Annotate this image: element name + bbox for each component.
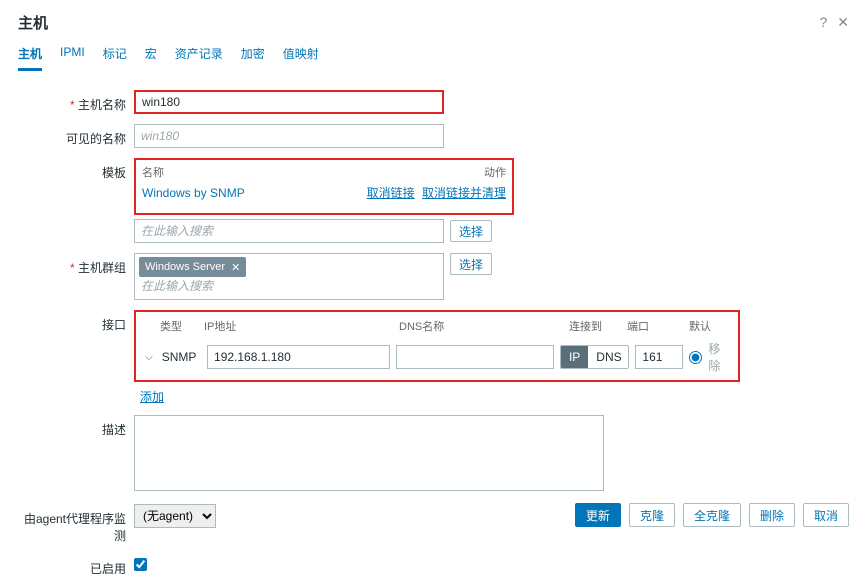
tab-host[interactable]: 主机 [18,45,42,71]
proxy-select[interactable]: (无agent) [134,504,216,528]
host-group-chip-label: Windows Server [145,261,225,273]
enabled-checkbox[interactable] [134,558,147,571]
if-col-default: 默认 [681,318,721,334]
interface-dns-input[interactable] [396,345,554,369]
host-groups-multiselect[interactable]: Windows Server ✕ [134,253,444,300]
templates-col-action: 动作 [484,164,506,180]
host-group-chip: Windows Server ✕ [139,257,246,277]
if-col-connect: 连接到 [565,318,627,334]
if-col-type: 类型 [160,318,204,334]
host-group-chip-remove-icon[interactable]: ✕ [231,261,240,274]
connectto-dns[interactable]: DNS [588,346,629,368]
templates-col-name: 名称 [142,164,484,180]
interface-default-radio[interactable] [689,351,702,364]
interface-port-input[interactable] [635,345,683,369]
if-col-port: 端口 [627,318,681,334]
full-clone-button[interactable]: 全克隆 [683,503,741,527]
label-enabled: 已启用 [16,554,134,577]
chevron-down-icon[interactable]: ⌵ [142,352,156,363]
label-proxy: 由agent代理程序监测 [16,504,134,544]
tab-bar: 主机 IPMI 标记 宏 资产记录 加密 值映射 [16,41,849,72]
tab-ipmi[interactable]: IPMI [60,45,85,71]
host-groups-select-button[interactable]: 选择 [450,253,492,275]
tab-encryption[interactable]: 加密 [241,45,265,71]
delete-button[interactable]: 删除 [749,503,795,527]
template-unlink-link[interactable]: 取消链接 [367,186,415,200]
host-groups-search-input[interactable] [139,277,439,295]
template-row: Windows by SNMP 取消链接 取消链接并清理 [142,182,506,207]
tab-macros[interactable]: 宏 [145,45,157,71]
templates-search-input[interactable] [134,219,444,243]
interface-ip-input[interactable] [207,345,390,369]
label-templates: 模板 [16,158,134,181]
update-button[interactable]: 更新 [575,503,621,527]
interface-remove-link[interactable]: 移除 [708,340,732,374]
if-col-dns: DNS名称 [399,318,565,334]
interface-add-link[interactable]: 添加 [140,390,164,404]
interfaces-box: 类型 IP地址 DNS名称 连接到 端口 默认 ⌵ SNMP IP DNS 移除 [134,310,740,382]
interface-type: SNMP [162,350,201,364]
templates-select-button[interactable]: 选择 [450,220,492,242]
dialog-header: 主机 ? ✕ [16,8,849,41]
label-visible-name: 可见的名称 [16,124,134,147]
dialog-title: 主机 [18,12,48,33]
clone-button[interactable]: 克隆 [629,503,675,527]
cancel-button[interactable]: 取消 [803,503,849,527]
label-description: 描述 [16,415,134,438]
close-icon[interactable]: ✕ [837,14,849,31]
interface-row: ⌵ SNMP IP DNS 移除 [142,340,732,374]
help-icon[interactable]: ? [819,14,827,31]
interface-connectto-toggle[interactable]: IP DNS [560,345,629,369]
footer-buttons: 更新 克隆 全克隆 删除 取消 [575,503,849,527]
description-textarea[interactable] [134,415,604,491]
if-col-ip: IP地址 [204,318,399,334]
template-name-link[interactable]: Windows by SNMP [142,186,245,200]
visible-name-input[interactable] [134,124,444,148]
label-host-groups: 主机群组 [16,253,134,276]
tab-inventory[interactable]: 资产记录 [175,45,223,71]
template-unlink-clear-link[interactable]: 取消链接并清理 [422,186,506,200]
hostname-input[interactable] [134,90,444,114]
tab-valuemaps[interactable]: 值映射 [283,45,319,71]
label-interfaces: 接口 [16,310,134,333]
tab-tags[interactable]: 标记 [103,45,127,71]
label-hostname: 主机名称 [16,90,134,113]
connectto-ip[interactable]: IP [561,346,588,368]
